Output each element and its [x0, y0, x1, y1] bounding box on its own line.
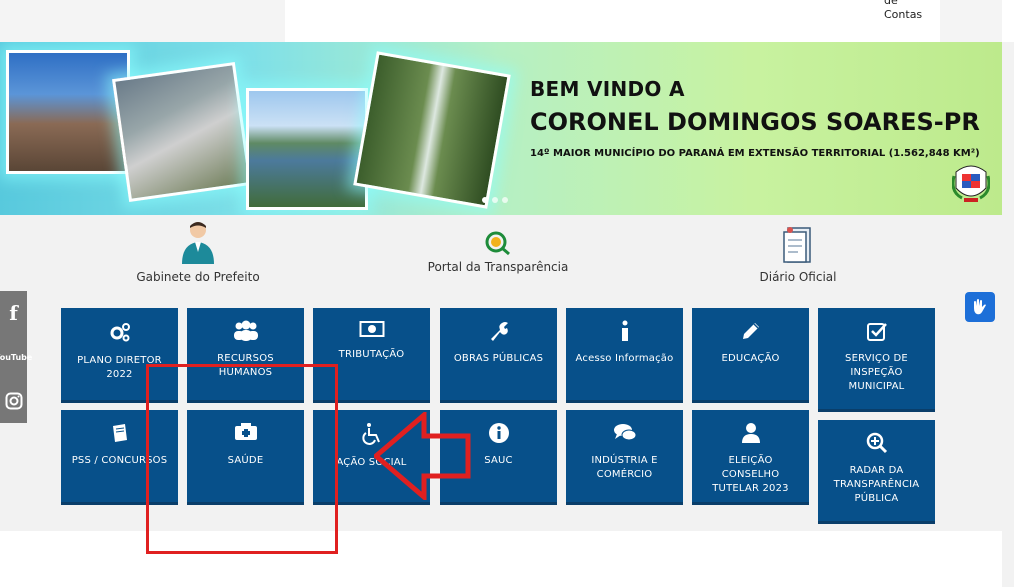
slider-dots[interactable] [482, 188, 512, 207]
service-tile[interactable]: RADAR DA TRANSPARÊNCIA PÚBLICA [818, 420, 935, 524]
account-link-line2[interactable]: Contas [884, 8, 922, 22]
chat-icon [566, 422, 683, 448]
highlight-box [146, 364, 338, 554]
wrench-icon [440, 320, 557, 346]
service-tile-label: INDÚSTRIA E COMÉRCIO [591, 455, 658, 480]
document-icon [783, 227, 811, 263]
quick-link-transparencia[interactable]: Portal da Transparência [418, 218, 578, 274]
sign-language-icon [974, 299, 986, 315]
top-bar: de Contas [0, 0, 1014, 42]
zoom-in-icon [818, 432, 935, 458]
instagram-icon[interactable] [0, 379, 27, 423]
quick-link-label: Portal da Transparência [427, 260, 569, 274]
magnifier-coin-icon [485, 231, 510, 256]
quick-link-gabinete[interactable]: Gabinete do Prefeito [130, 218, 266, 284]
welcome-banner[interactable]: BEM VINDO A CORONEL DOMINGOS SOARES-PR 1… [0, 42, 1002, 215]
slider-dot-1[interactable] [482, 197, 488, 203]
service-tile-label: TRIBUTAÇÃO [338, 349, 405, 360]
service-tile[interactable]: SERVIÇO DE INSPEÇÃO MUNICIPAL [818, 308, 935, 412]
info-icon [566, 320, 683, 346]
quick-link-diario[interactable]: Diário Oficial [736, 218, 860, 284]
banner-welcome-line2: CORONEL DOMINGOS SOARES-PR [530, 108, 980, 136]
quick-link-label: Diário Oficial [759, 270, 837, 284]
account-link[interactable]: de Contas [884, 0, 922, 22]
red-arrow-icon [374, 412, 471, 500]
users-icon [187, 320, 304, 346]
top-bar-right-area [940, 0, 1002, 42]
slider-dot-3[interactable] [502, 197, 508, 203]
slider-dot-2[interactable] [492, 197, 498, 203]
account-link-line1[interactable]: de [884, 0, 922, 8]
quick-link-label: Gabinete do Prefeito [136, 270, 260, 284]
coat-of-arms-icon [952, 165, 990, 202]
checkbox-icon [818, 320, 935, 346]
service-tile[interactable]: EDUCAÇÃO [692, 308, 809, 403]
youtube-icon[interactable]: YouTube [0, 335, 32, 379]
social-sidebar: f YouTube [0, 291, 32, 423]
service-tile[interactable]: Acesso Informação [566, 308, 683, 403]
facebook-icon[interactable]: f [0, 291, 27, 335]
service-tile-label: OBRAS PÚBLICAS [453, 353, 544, 364]
service-tile-label: ELEIÇÃO CONSELHO TUTELAR 2023 [712, 455, 789, 494]
banner-photo-city [6, 50, 130, 174]
service-tile-label: EDUCAÇÃO [721, 353, 780, 364]
service-tile[interactable]: INDÚSTRIA E COMÉRCIO [566, 410, 683, 505]
top-bar-left-area [0, 0, 285, 42]
banner-welcome-line1: BEM VINDO A [530, 77, 685, 101]
pencil-icon [692, 320, 809, 346]
money-icon [313, 320, 430, 342]
banner-photo-aerial [111, 61, 253, 203]
service-tile[interactable]: ELEIÇÃO CONSELHO TUTELAR 2023 [692, 410, 809, 505]
banner-photo-lake [246, 88, 368, 210]
gears-icon [61, 320, 178, 348]
person-suit-icon [182, 222, 214, 264]
user-icon [692, 422, 809, 448]
banner-photo-waterfall [353, 51, 511, 209]
service-tile-label: SERVIÇO DE INSPEÇÃO MUNICIPAL [845, 353, 908, 392]
service-tile-label: Acesso Informação [575, 353, 674, 364]
service-tile[interactable]: OBRAS PÚBLICAS [440, 308, 557, 403]
banner-welcome-line3: 14º MAIOR MUNICÍPIO DO PARANÁ EM EXTENSÃ… [530, 148, 980, 159]
service-tile-label: RADAR DA TRANSPARÊNCIA PÚBLICA [833, 465, 920, 504]
accessibility-button[interactable] [965, 292, 995, 322]
